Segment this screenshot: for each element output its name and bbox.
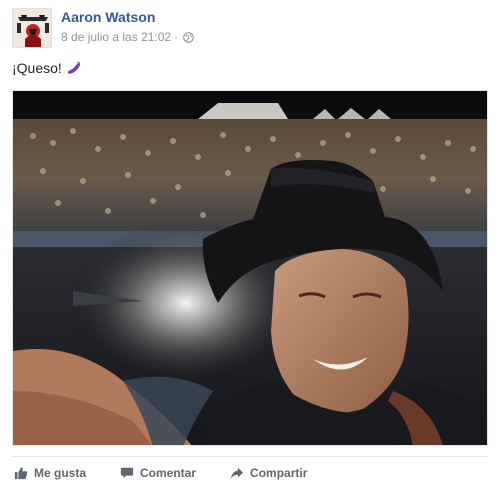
thumbs-up-icon xyxy=(14,467,28,480)
like-button[interactable]: Me gusta xyxy=(14,466,86,480)
post-meta: 8 de julio a las 21:02 · xyxy=(61,30,194,44)
author-name-link[interactable]: Aaron Watson xyxy=(61,9,155,25)
comment-icon xyxy=(120,467,134,479)
like-label: Me gusta xyxy=(34,466,87,480)
post-timestamp-link[interactable]: 8 de julio a las 21:02 xyxy=(61,30,171,44)
post-text: ¡Queso! xyxy=(12,60,62,76)
post-photo[interactable] xyxy=(12,90,488,446)
comment-button[interactable]: Comentar xyxy=(120,466,196,480)
concert-selfie-image xyxy=(13,91,487,445)
facebook-post: Aaron Watson 8 de julio a las 21:02 · ¡Q… xyxy=(0,0,500,491)
globe-icon[interactable] xyxy=(183,31,194,43)
share-label: Compartir xyxy=(250,466,308,480)
avatar-image xyxy=(13,9,51,47)
post-message: ¡Queso! xyxy=(12,60,82,76)
share-button[interactable]: Compartir xyxy=(230,466,307,480)
post-actions-bar: Me gusta Comentar Compartir xyxy=(12,461,341,485)
comment-label: Comentar xyxy=(140,466,197,480)
eggplant-emoji-icon xyxy=(67,61,80,74)
meta-separator: · xyxy=(174,30,179,44)
share-arrow-icon xyxy=(230,467,244,479)
action-divider xyxy=(12,456,488,457)
profile-avatar[interactable] xyxy=(12,8,52,48)
